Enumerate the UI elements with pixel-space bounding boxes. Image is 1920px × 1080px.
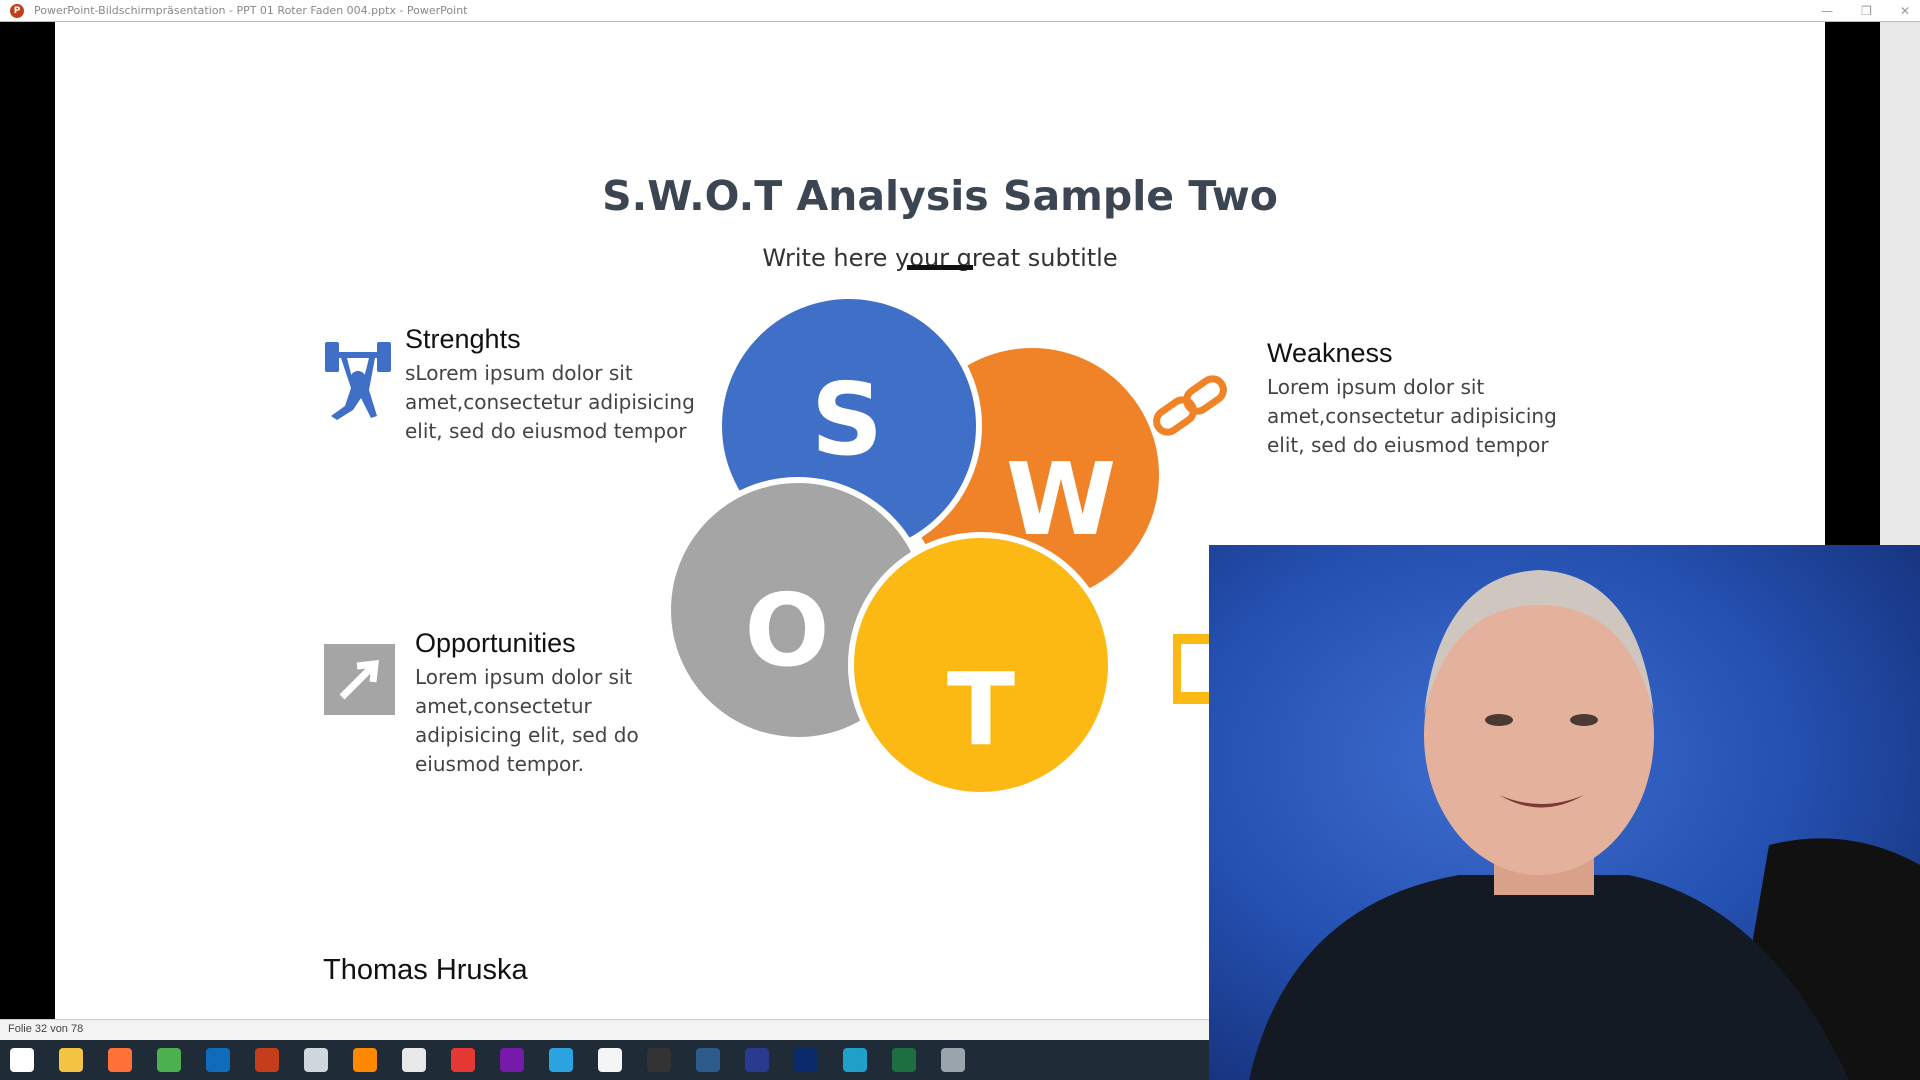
s-letter: S [811, 361, 883, 478]
opportunities-block: Opportunities Lorem ipsum dolor sit amet… [415, 628, 685, 779]
video-app-icon[interactable] [794, 1048, 818, 1072]
presenter-image [1249, 570, 1920, 1080]
author-name: Thomas Hruska [323, 954, 528, 986]
powerpoint-icon: P [10, 3, 24, 18]
broken-chain-icon [1153, 375, 1227, 436]
arrow-up-right-icon [324, 644, 395, 715]
strengths-heading: Strenghts [405, 324, 521, 354]
edge-icon[interactable] [843, 1048, 867, 1072]
strengths-body: sLorem ipsum dolor sit amet,consectetur … [405, 361, 695, 443]
snipping-icon[interactable] [304, 1048, 328, 1072]
file-explorer-icon[interactable] [59, 1048, 83, 1072]
weakness-body: Lorem ipsum dolor sit amet,consectetur a… [1267, 375, 1557, 457]
webcam-video [1209, 545, 1920, 1080]
weakness-block: Weakness Lorem ipsum dolor sit amet,cons… [1267, 338, 1557, 460]
onenote-icon[interactable] [500, 1048, 524, 1072]
status-bar: Folie 32 von 78 [0, 1019, 1209, 1040]
outlook-icon[interactable] [206, 1048, 230, 1072]
opportunities-heading: Opportunities [415, 628, 576, 658]
close-button[interactable]: ✕ [1900, 0, 1910, 22]
background-window [1880, 22, 1920, 545]
strengths-block: Strenghts sLorem ipsum dolor sit amet,co… [405, 324, 695, 446]
minimize-button[interactable]: — [1821, 0, 1833, 22]
powerpoint-icon[interactable] [255, 1048, 279, 1072]
t-letter: T [947, 651, 1015, 768]
chrome-icon[interactable] [157, 1048, 181, 1072]
app-red-white-icon[interactable] [598, 1048, 622, 1072]
restore-button[interactable]: ❐ [1861, 0, 1872, 22]
app-red-icon[interactable] [451, 1048, 475, 1072]
opportunities-body: Lorem ipsum dolor sit amet,consectetur a… [415, 665, 639, 776]
app-orange-icon[interactable] [402, 1048, 426, 1072]
telegram-icon[interactable] [549, 1048, 573, 1072]
vlc-icon[interactable] [353, 1048, 377, 1072]
excel-icon[interactable] [892, 1048, 916, 1072]
weakness-heading: Weakness [1267, 338, 1393, 368]
weightlifter-icon [325, 342, 391, 420]
window-title: PowerPoint-Bildschirmpräsentation - PPT … [34, 4, 468, 17]
firefox-icon[interactable] [108, 1048, 132, 1072]
blue-yeti-icon[interactable] [745, 1048, 769, 1072]
slide-counter: Folie 32 von 78 [8, 1023, 84, 1035]
windows-start-icon[interactable] [10, 1048, 34, 1072]
obs-icon[interactable] [647, 1048, 671, 1072]
app-circle-icon[interactable] [696, 1048, 720, 1072]
title-bar: P PowerPoint-Bildschirmpräsentation - PP… [0, 0, 1920, 22]
app-gray-icon[interactable] [941, 1048, 965, 1072]
w-letter: W [1006, 441, 1116, 558]
warning-icon [1173, 634, 1213, 704]
o-letter: O [744, 572, 829, 689]
taskbar [0, 1040, 1209, 1080]
